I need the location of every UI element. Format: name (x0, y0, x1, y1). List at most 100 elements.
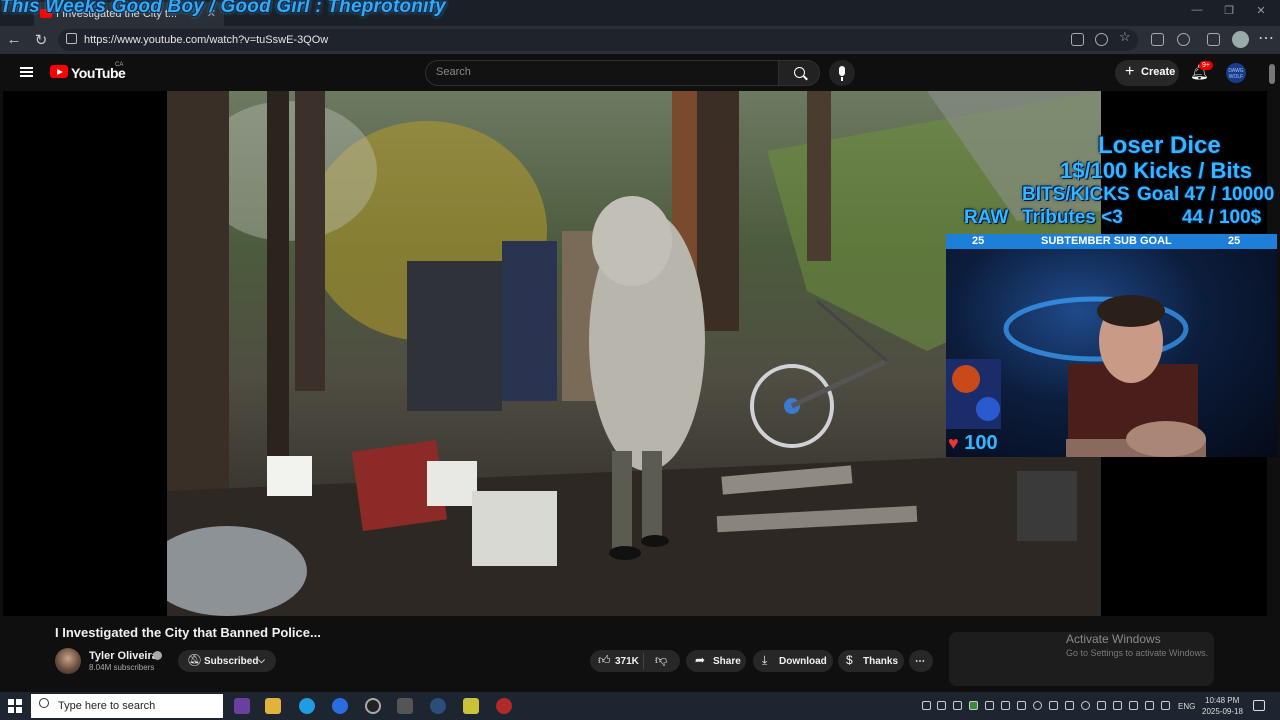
taskbar-app-icon[interactable] (234, 698, 250, 714)
edge-browser-icon[interactable] (299, 698, 315, 714)
search-button[interactable] (778, 60, 820, 86)
search-box[interactable] (425, 60, 779, 86)
menu-icon[interactable] (20, 67, 33, 77)
subscribed-button[interactable]: 🔕︎ Subscribed ⌵ (178, 650, 276, 672)
dislike-thumb-icon[interactable]: 👎︎ (655, 653, 667, 668)
url-text[interactable]: https://www.youtube.com/watch?v=tuSswE-3… (84, 34, 328, 46)
browser-essentials-icon[interactable] (1177, 33, 1190, 46)
taskbar-app-yellow-icon[interactable] (463, 698, 479, 714)
tray-icon-9[interactable] (1065, 701, 1074, 710)
tray-icon-2[interactable] (953, 701, 962, 710)
download-label: Download (779, 656, 827, 667)
activate-windows-subtitle: Go to Settings to activate Windows. (1066, 648, 1209, 658)
loser-dice-title: Loser Dice (1098, 132, 1221, 159)
extensions-puzzle-icon[interactable] (1207, 33, 1220, 46)
channel-name[interactable]: Tyler Oliveira (89, 650, 158, 662)
subscribed-label: Subscribed (204, 656, 259, 667)
create-label: Create (1141, 66, 1176, 78)
account-avatar[interactable]: DAWG WOLF (1226, 63, 1246, 83)
windows-taskbar: Type here to search ENG 10:48 PM 2025-09… (0, 692, 1280, 720)
back-icon[interactable]: ← (4, 31, 24, 48)
tributes-value: 44 / 100$ (1182, 207, 1262, 228)
heart-icon: ♥ (948, 433, 959, 453)
browser-titlebar: I Investigated the City t... ✕ This Week… (0, 0, 1280, 26)
tray-icon-4[interactable] (985, 701, 994, 710)
taskbar-app-blue-icon[interactable] (332, 698, 348, 714)
tray-icon-11[interactable] (1097, 701, 1106, 710)
language-indicator[interactable]: ENG (1178, 702, 1195, 711)
profile-avatar[interactable] (1232, 31, 1249, 48)
settings-gear-icon[interactable] (397, 698, 413, 714)
share-button[interactable]: ➦ Share (686, 650, 746, 672)
more-actions-button[interactable]: ⋯ (909, 650, 933, 672)
more-options-icon[interactable]: ⋯ (1258, 28, 1274, 48)
obs-icon[interactable] (496, 698, 512, 714)
like-thumb-icon[interactable]: 👍︎ (598, 653, 611, 668)
bits-kicks-goal: Goal 47 / 10000 (1137, 184, 1275, 205)
thanks-button[interactable]: $ Thanks (838, 650, 904, 672)
like-count[interactable]: 371K (615, 656, 639, 667)
network-icon[interactable] (1129, 701, 1138, 710)
bell-off-icon: 🔕︎ (187, 653, 203, 667)
address-bar[interactable]: https://www.youtube.com/watch?v=tuSswE-3… (58, 29, 1138, 51)
download-button[interactable]: ⤓ Download (753, 650, 833, 672)
zoom-icon[interactable] (1095, 33, 1108, 46)
close-window-icon[interactable]: ✕ (1246, 4, 1276, 17)
subscriber-count: 8.04M subscribers (89, 663, 155, 672)
clock-time[interactable]: 10:48 PM (1205, 696, 1239, 705)
kicks-rate-line: 1$/100 Kicks / Bits (1060, 158, 1253, 183)
tray-icon-3[interactable] (969, 701, 978, 710)
sub-goal-right-count: 25 (1228, 235, 1241, 247)
plus-icon: + (1125, 63, 1135, 80)
tray-chevron-icon[interactable] (922, 701, 931, 710)
tray-icon-7[interactable] (1033, 701, 1042, 710)
clock-date[interactable]: 2025-09-18 (1202, 707, 1243, 716)
taskbar-search-placeholder: Type here to search (58, 700, 156, 712)
like-dislike-group: 👍︎ 371K 👎︎ (590, 650, 680, 672)
notification-center-icon[interactable] (1253, 700, 1265, 711)
tributes-label: Tributes <3 (1022, 207, 1123, 228)
file-explorer-icon[interactable] (265, 698, 281, 714)
heart-counter: ♥ 100 (948, 432, 998, 455)
tray-icon-1[interactable] (937, 701, 946, 710)
taskbar-search[interactable]: Type here to search (31, 694, 223, 718)
verified-badge-icon (153, 651, 162, 660)
maximize-icon[interactable]: ❐ (1214, 4, 1244, 17)
voice-search-mic-icon[interactable] (829, 60, 855, 86)
video-title: I Investigated the City that Banned Poli… (55, 625, 321, 640)
tray-icon-10[interactable] (1081, 701, 1090, 710)
tray-icon-5[interactable] (1001, 701, 1010, 710)
windows-start-icon[interactable] (8, 699, 22, 713)
taskbar-search-icon (39, 698, 49, 708)
create-button[interactable]: + Create (1115, 60, 1179, 86)
address-bar-row: ← ↻ https://www.youtube.com/watch?v=tuSs… (0, 26, 1280, 54)
extension-icon[interactable] (1151, 33, 1164, 46)
streamer-webcam (946, 249, 1277, 457)
steam-icon[interactable] (430, 698, 446, 714)
activate-windows-title: Activate Windows (1066, 632, 1161, 646)
tray-icon-12[interactable] (1113, 701, 1122, 710)
youtube-header: YouTube CA + Create 🔔︎ 9+ DAWG WOLF (3, 54, 1277, 92)
taskbar-app-dark-icon[interactable] (365, 698, 381, 714)
webcam-image (946, 295, 1206, 457)
overlay-good-boy-title: This Weeks Good Boy / Good Girl : Thepro… (0, 0, 446, 17)
heart-count: 100 (964, 432, 998, 454)
battery-icon[interactable] (1161, 701, 1170, 710)
search-input[interactable] (436, 66, 766, 78)
site-info-icon[interactable] (66, 33, 77, 44)
sub-goal-bar: 25 SUBTEMBER SUB GOAL 25 (946, 234, 1277, 249)
more-actions-icon: ⋯ (915, 656, 925, 667)
tray-icon-6[interactable] (1017, 701, 1026, 710)
app-available-icon[interactable] (1071, 33, 1084, 46)
minimize-icon[interactable]: — (1182, 4, 1212, 16)
bits-kicks-label: BITS/KICKS (1022, 184, 1130, 205)
volume-icon[interactable] (1145, 701, 1154, 710)
refresh-icon[interactable]: ↻ (31, 31, 51, 49)
tray-icon-8[interactable] (1049, 701, 1058, 710)
youtube-logo-icon[interactable] (50, 65, 68, 78)
notification-badge: 9+ (1199, 61, 1213, 70)
thanks-label: Thanks (863, 656, 899, 667)
channel-avatar[interactable] (55, 648, 81, 674)
scrollbar-thumb[interactable] (1269, 64, 1275, 84)
favorite-star-icon[interactable]: ☆ (1119, 29, 1132, 44)
